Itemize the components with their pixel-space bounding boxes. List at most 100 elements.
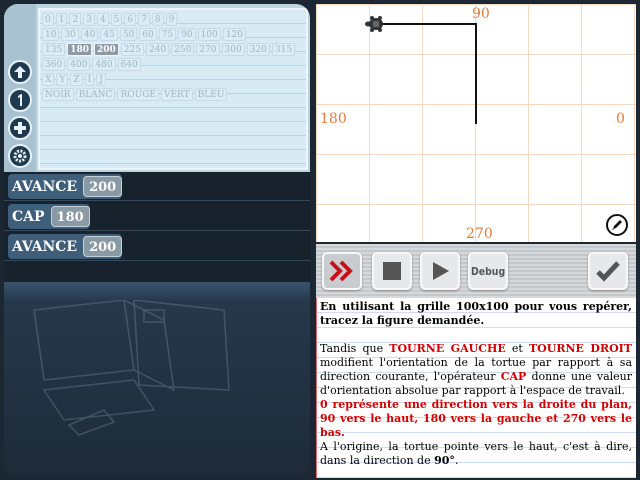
pen-icon[interactable]: [606, 214, 628, 236]
palette-row-digits: 0123456789: [42, 13, 178, 26]
palette-chip[interactable]: 320: [246, 43, 270, 56]
program-line: AVANCE 200: [4, 172, 310, 201]
palette-chip[interactable]: 2: [69, 13, 82, 26]
palette-chip[interactable]: 135: [42, 43, 66, 56]
palette-chip[interactable]: 270: [196, 43, 220, 56]
debug-button[interactable]: Debug: [468, 252, 508, 290]
palette-row-values-2: 135 180 200 225 240 250 270 300 320 315: [42, 43, 296, 56]
palette-chip[interactable]: 400: [67, 58, 91, 71]
instruction-origin: A l'origine, la tortue pointe vers le ha…: [320, 440, 632, 468]
play-button[interactable]: [420, 252, 460, 290]
turtle-icon: [365, 16, 383, 32]
fast-forward-button[interactable]: [322, 252, 362, 290]
app-root: 0123456789 10 30 40 45 50 60 75 90 100 120 135 180…: [0, 0, 640, 480]
palette-chip[interactable]: 250: [171, 43, 195, 56]
program-area: AVANCE 200 CAP 180 AVANCE 200: [4, 172, 310, 282]
command-argument[interactable]: 200: [83, 176, 123, 197]
palette-chip[interactable]: 8: [151, 13, 164, 26]
palette-chip[interactable]: Y: [56, 73, 69, 86]
keyword-tourne-droit: TOURNE DROIT: [528, 342, 632, 355]
palette-chip[interactable]: 360: [42, 58, 66, 71]
text-span: Tandis que: [320, 342, 390, 355]
text-span: et: [505, 342, 529, 355]
plus-icon[interactable]: [8, 116, 32, 140]
play-icon: [433, 262, 449, 280]
command-block[interactable]: CAP 180: [8, 204, 90, 229]
palette-row-variables: XYZIJ: [42, 73, 106, 86]
text-span: A l'origine, la tortue pointe vers le ha…: [320, 440, 632, 467]
palette-chip[interactable]: 225: [120, 43, 144, 56]
drawing-canvas[interactable]: 90 180 0 270: [316, 4, 636, 242]
palette-chip[interactable]: 1: [55, 13, 68, 26]
palette-chip[interactable]: 640: [117, 58, 141, 71]
palette-chip[interactable]: X: [42, 73, 55, 86]
stop-icon: [383, 262, 401, 280]
palette-chip[interactable]: 40: [80, 28, 99, 41]
command-argument[interactable]: 180: [50, 206, 90, 227]
keyword-tourne-gauche: TOURNE GAUCHE: [389, 342, 506, 355]
palette-chip[interactable]: 7: [138, 13, 150, 26]
palette-chip[interactable]: 60: [139, 28, 157, 41]
palette-chip[interactable]: 0: [42, 13, 54, 26]
palette-chip[interactable]: 300: [221, 43, 245, 56]
program-line: AVANCE 200: [4, 232, 310, 261]
palette-chip[interactable]: 50: [119, 28, 138, 41]
palette-chip[interactable]: 3: [83, 13, 95, 26]
palette-chip[interactable]: 45: [100, 28, 118, 41]
palette-chip[interactable]: BLANC: [75, 88, 116, 101]
program-line: CAP 180: [4, 202, 310, 231]
palette-chip[interactable]: Z: [70, 73, 83, 86]
instruction-task: En utilisant la grille 100x100 pour vous…: [320, 300, 632, 327]
palette-chip[interactable]: 10: [42, 28, 60, 41]
palette-chip[interactable]: I: [84, 73, 95, 86]
palette-chip[interactable]: 4: [96, 13, 109, 26]
palette-chip[interactable]: BLEU: [194, 88, 228, 101]
palette-chip[interactable]: 120: [222, 28, 246, 41]
left-panel: 0123456789 10 30 40 45 50 60 75 90 100 120 135 180…: [4, 4, 310, 476]
palette-chip[interactable]: 180: [67, 43, 92, 56]
palette-chip[interactable]: 75: [158, 28, 177, 41]
debug-label: Debug: [470, 264, 506, 278]
palette-chip[interactable]: 6: [124, 13, 137, 26]
palette-chip[interactable]: 200: [93, 43, 119, 56]
palette-chip[interactable]: ROUGE: [117, 88, 159, 101]
palette-panel: 0123456789 10 30 40 45 50 60 75 90 100 120 135 180…: [4, 4, 310, 172]
palette-chip[interactable]: 240: [145, 43, 170, 56]
notebook-margin: [316, 298, 317, 478]
instructions-panel: En utilisant la grille 100x100 pour vous…: [316, 298, 636, 478]
turtle-path: [376, 23, 477, 124]
validate-button[interactable]: [588, 252, 628, 290]
arrow-up-icon[interactable]: [8, 60, 32, 84]
palette-grid: 0123456789 10 30 40 45 50 60 75 90 100 120 135 180…: [38, 8, 308, 170]
computer-illustration: [33, 300, 230, 436]
one-icon[interactable]: [8, 88, 32, 112]
palette-chip[interactable]: NOIR: [42, 88, 74, 101]
instruction-explanation: Tandis que TOURNE GAUCHE et TOURNE DROIT…: [320, 342, 632, 398]
stop-button[interactable]: [372, 252, 412, 290]
turtle-drawing: [365, 16, 477, 124]
palette-chip[interactable]: 480: [92, 58, 116, 71]
command-block[interactable]: AVANCE 200: [8, 174, 123, 199]
palette-row-values-3: 360 400 480 640: [42, 58, 141, 71]
palette-chip[interactable]: J: [96, 73, 106, 86]
palette-chip[interactable]: 5: [110, 13, 123, 26]
text-span: .: [454, 454, 459, 467]
instruction-directions: 0 représente une direction vers la droit…: [320, 398, 632, 439]
fast-forward-icon: [329, 260, 353, 282]
command-block[interactable]: AVANCE 200: [8, 234, 123, 259]
gear-icon[interactable]: [8, 144, 32, 168]
palette-chip[interactable]: 90: [178, 28, 196, 41]
command-argument[interactable]: 200: [83, 236, 123, 257]
palette-chip[interactable]: 9: [165, 13, 178, 26]
palette-sidebar: [4, 4, 36, 172]
command-keyword: AVANCE: [12, 238, 78, 255]
command-keyword: CAP: [12, 208, 45, 225]
palette-chip[interactable]: 30: [61, 28, 79, 41]
palette-chip[interactable]: 100: [197, 28, 221, 41]
check-icon: [596, 261, 620, 282]
palette-chip[interactable]: VERT: [160, 88, 193, 101]
palette-chip[interactable]: 315: [271, 43, 296, 56]
palette-row-colors: NOIR BLANC ROUGE VERT BLEU: [42, 88, 228, 101]
control-toolbar: Debug: [316, 244, 636, 298]
